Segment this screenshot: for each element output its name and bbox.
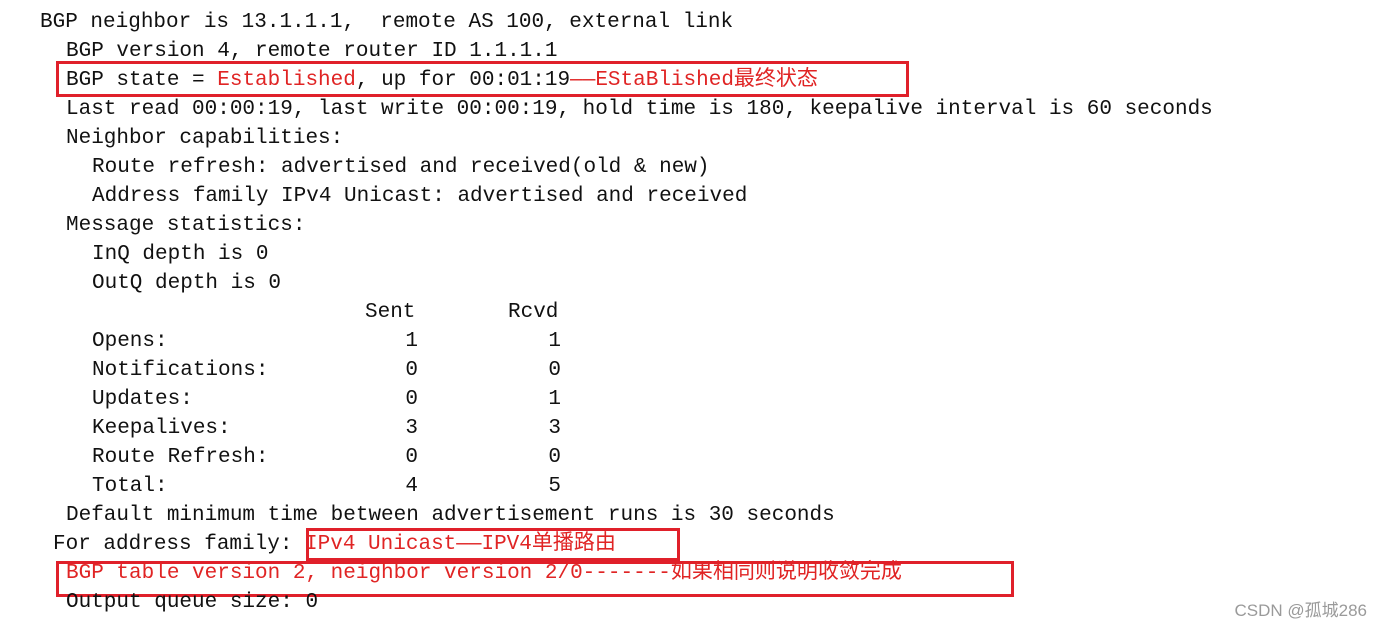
for-af-value: IPv4 Unicast——IPV4单播路由	[305, 533, 616, 556]
stats-row-rcvd: 0	[548, 446, 561, 469]
state-annotation: ——EStaBlished最终状态	[570, 69, 818, 92]
stats-row-label: Updates:	[92, 388, 193, 411]
stats-row-label: Route Refresh:	[92, 446, 269, 469]
stats-row-label: Opens:	[92, 330, 168, 353]
default-min-time-line: Default minimum time between advertiseme…	[66, 504, 835, 527]
state-line: BGP state = Established, up for 00:01:19…	[66, 66, 818, 95]
stats-row-sent: 4	[405, 475, 418, 498]
state-prefix: BGP state =	[66, 69, 218, 92]
output-queue-line: Output queue size: 0	[66, 591, 319, 614]
last-read-line: Last read 00:00:19, last write 00:00:19,…	[66, 98, 1213, 121]
stats-row-sent: 0	[405, 359, 418, 382]
neighbor-line: BGP neighbor is 13.1.1.1, remote AS 100,…	[40, 11, 734, 34]
stats-row-rcvd: 5	[548, 475, 561, 498]
inq-depth-line: InQ depth is 0	[92, 243, 269, 266]
stats-row-sent: 0	[405, 388, 418, 411]
address-family-capability-line: Address family IPv4 Unicast: advertised …	[92, 185, 748, 208]
stats-row-sent: 1	[405, 330, 418, 353]
stats-row-label: Keepalives:	[92, 417, 231, 440]
for-af-prefix: For address family:	[53, 533, 306, 556]
stats-row-label: Notifications:	[92, 359, 269, 382]
watermark: CSDN @孤城286	[1234, 601, 1367, 620]
stats-row-rcvd: 3	[548, 417, 561, 440]
stats-row-rcvd: 1	[548, 330, 561, 353]
state-suffix: , up for 00:01:19	[355, 69, 571, 92]
capabilities-header: Neighbor capabilities:	[66, 127, 344, 150]
stats-row-rcvd: 1	[548, 388, 561, 411]
stats-row-sent: 3	[405, 417, 418, 440]
route-refresh-line: Route refresh: advertised and received(o…	[92, 156, 710, 179]
stats-header-sent: Sent	[365, 301, 416, 324]
for-address-family-line: For address family: IPv4 Unicast——IPV4单播…	[53, 530, 616, 559]
state-value: Established	[217, 69, 356, 92]
stats-row-sent: 0	[405, 446, 418, 469]
stats-header-rcvd: Rcvd	[508, 301, 559, 324]
stats-row-rcvd: 0	[548, 359, 561, 382]
message-statistics-header: Message statistics:	[66, 214, 306, 237]
table-version-line: BGP table version 2, neighbor version 2/…	[66, 562, 902, 585]
outq-depth-line: OutQ depth is 0	[92, 272, 282, 295]
terminal-output: BGP neighbor is 13.1.1.1, remote AS 100,…	[0, 0, 1383, 628]
stats-row-label: Total:	[92, 475, 168, 498]
